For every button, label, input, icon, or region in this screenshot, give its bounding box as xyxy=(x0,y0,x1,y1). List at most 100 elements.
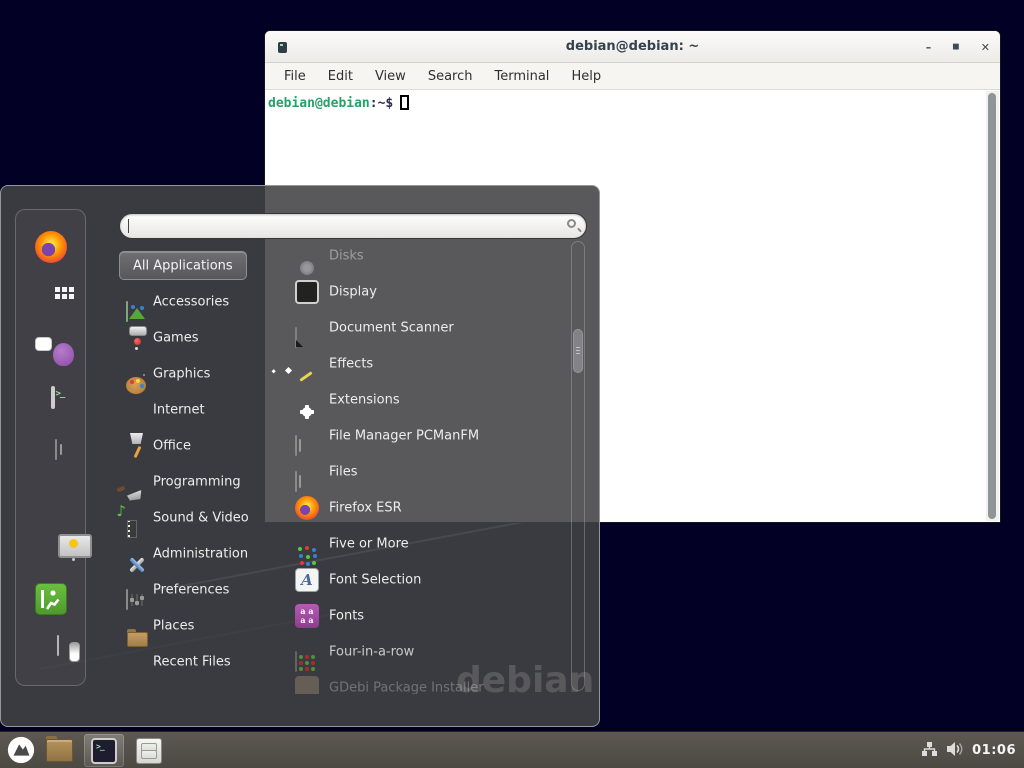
category-all-applications[interactable]: All Applications xyxy=(119,251,247,280)
prompt-path: :~$ xyxy=(370,96,393,111)
app-font-selection[interactable]: Font Selection xyxy=(265,562,571,598)
menu-view[interactable]: View xyxy=(364,69,417,84)
app-gdebi-package-installer[interactable]: GDebi Package Installer xyxy=(265,670,571,694)
category-office[interactable]: Office xyxy=(119,428,265,464)
category-label: Graphics xyxy=(153,367,210,382)
font-a-icon xyxy=(295,568,319,592)
terminal-cursor xyxy=(400,95,409,110)
category-list: All Applications Accessories Games Graph… xyxy=(119,248,265,680)
close-button[interactable]: ✕ xyxy=(981,42,990,53)
file-cabinet-icon[interactable] xyxy=(55,439,57,460)
category-internet[interactable]: Internet xyxy=(119,392,265,428)
app-effects[interactable]: Effects xyxy=(265,346,571,382)
app-label: Five or More xyxy=(329,537,409,552)
log-out-icon[interactable] xyxy=(35,583,67,615)
network-icon[interactable] xyxy=(921,741,938,761)
category-label: Accessories xyxy=(153,295,229,310)
app-label: Display xyxy=(329,285,377,300)
shutdown-icon[interactable] xyxy=(57,635,59,656)
category-programming[interactable]: Programming xyxy=(119,464,265,500)
file-cabinet-icon[interactable] xyxy=(136,738,162,764)
menu-search[interactable]: Search xyxy=(417,69,484,84)
accessories-icon xyxy=(126,301,128,322)
menu-help[interactable]: Help xyxy=(560,69,612,84)
prompt-user-host: debian@debian xyxy=(268,96,370,111)
app-disks[interactable]: Disks xyxy=(265,238,571,274)
folder-icon[interactable] xyxy=(46,739,73,762)
text-caret xyxy=(128,219,129,233)
category-games[interactable]: Games xyxy=(119,320,265,356)
search-input[interactable] xyxy=(119,213,587,239)
app-fonts[interactable]: Fonts xyxy=(265,598,571,634)
category-label: Programming xyxy=(153,475,241,490)
app-label: Files xyxy=(329,465,358,480)
app-five-or-more[interactable]: Five or More xyxy=(265,526,571,562)
taskbar: 01:06 xyxy=(0,731,1024,768)
app-label: Font Selection xyxy=(329,573,421,588)
menu-scrollbar-thumb[interactable] xyxy=(573,329,583,373)
firefox-icon xyxy=(295,496,319,520)
category-places[interactable]: Places xyxy=(119,608,265,644)
menu-terminal[interactable]: Terminal xyxy=(483,69,560,84)
category-label: Recent Files xyxy=(153,655,231,670)
category-accessories[interactable]: Accessories xyxy=(119,284,265,320)
scanner-icon xyxy=(295,327,297,348)
firefox-icon[interactable] xyxy=(35,231,67,263)
app-extensions[interactable]: Extensions xyxy=(265,382,571,418)
taskbar-terminal-button-active[interactable] xyxy=(84,734,124,767)
volume-icon[interactable] xyxy=(946,741,964,761)
search-icon xyxy=(567,219,576,228)
category-label: Internet xyxy=(153,403,205,418)
system-tray: 01:06 xyxy=(921,732,1024,768)
app-display[interactable]: Display xyxy=(265,274,571,310)
application-menu: All Applications Accessories Games Graph… xyxy=(0,185,600,727)
fonts-icon xyxy=(295,604,319,628)
menu-scrollbar[interactable] xyxy=(571,241,585,691)
category-recent-files[interactable]: Recent Files xyxy=(119,644,265,680)
file-cabinet-icon xyxy=(295,435,297,456)
category-label: Preferences xyxy=(153,583,229,598)
terminal-prompt: debian@debian:~$ xyxy=(268,95,409,111)
app-label: GDebi Package Installer xyxy=(329,681,484,695)
app-firefox-esr[interactable]: Firefox ESR xyxy=(265,490,571,526)
app-document-scanner[interactable]: Document Scanner xyxy=(265,310,571,346)
file-cabinet-icon xyxy=(295,471,297,492)
terminal-titlebar[interactable]: debian@debian: ~ – ◼ ✕ xyxy=(265,31,1000,63)
preferences-icon xyxy=(126,589,128,610)
minimize-button[interactable]: – xyxy=(926,42,932,53)
terminal-icon[interactable] xyxy=(51,386,55,409)
category-label: Games xyxy=(153,331,198,346)
app-label: Document Scanner xyxy=(329,321,454,336)
app-four-in-a-row[interactable]: Four-in-a-row xyxy=(265,634,571,670)
menu-edit[interactable]: Edit xyxy=(317,69,364,84)
category-graphics[interactable]: Graphics xyxy=(119,356,265,392)
category-sound-video[interactable]: Sound & Video xyxy=(119,500,265,536)
app-label: Effects xyxy=(329,357,373,372)
app-label: Four-in-a-row xyxy=(329,645,414,660)
window-title: debian@debian: ~ xyxy=(265,31,1000,62)
category-label: Administration xyxy=(153,547,248,562)
favorites-panel xyxy=(15,209,86,686)
app-file-manager-pcmanfm[interactable]: File Manager PCManFM xyxy=(265,418,571,454)
maximize-button[interactable]: ◼ xyxy=(952,43,959,52)
board-game-icon xyxy=(295,651,297,672)
category-label: Office xyxy=(153,439,191,454)
app-label: Extensions xyxy=(329,393,400,408)
app-files[interactable]: Files xyxy=(265,454,571,490)
terminal-scrollbar[interactable] xyxy=(986,91,999,521)
package-icon xyxy=(295,676,319,694)
menu-button[interactable] xyxy=(6,735,36,768)
app-label: Fonts xyxy=(329,609,364,624)
category-preferences[interactable]: Preferences xyxy=(119,572,265,608)
taskbar-clock[interactable]: 01:06 xyxy=(972,743,1016,758)
category-administration[interactable]: Administration xyxy=(119,536,265,572)
category-label: All Applications xyxy=(133,258,233,273)
application-list: Disks Display Document Scanner Effects E… xyxy=(265,238,571,694)
terminal-menubar: File Edit View Search Terminal Help xyxy=(265,63,1000,90)
desktop: debian debian@debian: ~ – ◼ ✕ File Edit … xyxy=(0,0,1024,768)
app-label: Disks xyxy=(329,249,364,264)
terminal-scrollbar-thumb[interactable] xyxy=(988,93,996,519)
search-box xyxy=(119,213,587,239)
menu-file[interactable]: File xyxy=(273,69,317,84)
app-label: File Manager PCManFM xyxy=(329,429,479,444)
